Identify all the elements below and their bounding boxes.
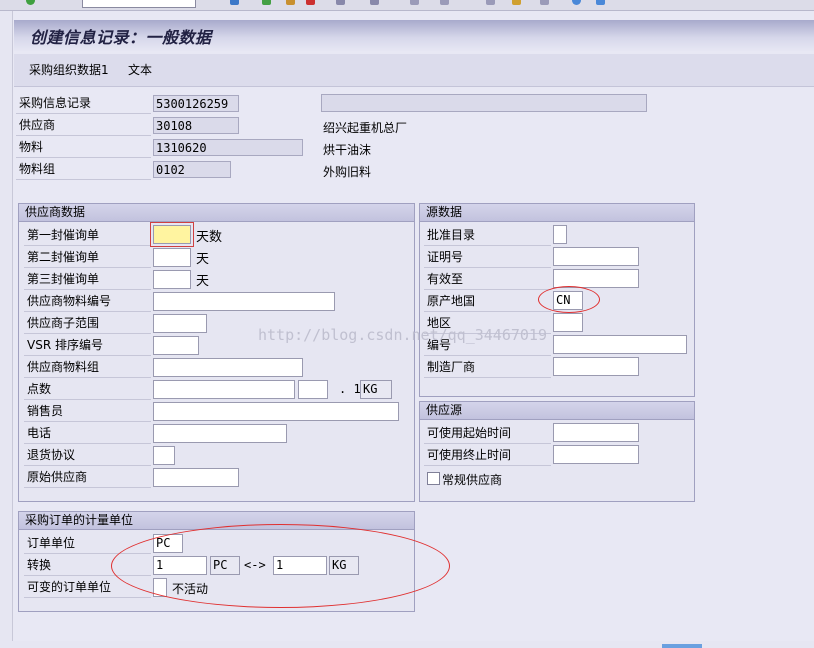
available-to-field[interactable] — [553, 445, 639, 464]
second-reminder-unit: 天 — [196, 252, 210, 267]
menu-texts[interactable]: 文本 — [128, 61, 152, 78]
certificate-number-field[interactable] — [553, 247, 639, 266]
regular-vendor-checkbox[interactable] — [427, 472, 440, 485]
annotation-ellipse-country — [538, 286, 600, 313]
original-vendor-field[interactable] — [153, 468, 239, 487]
certificate-number-label: 证明号 — [424, 248, 551, 268]
regular-vendor-label: 常规供应商 — [442, 473, 503, 487]
material-group-name: 外购旧料 — [323, 165, 372, 179]
vendor-data-heading: 供应商数据 — [19, 204, 414, 222]
points-separator: . 1 — [339, 382, 361, 396]
vsr-sort-number-field[interactable] — [153, 336, 199, 355]
telephone-field[interactable] — [153, 424, 287, 443]
salesperson-label: 销售员 — [24, 402, 151, 422]
new-session-icon[interactable] — [512, 0, 521, 5]
approved-list-field[interactable] — [553, 225, 567, 244]
vendor-subrange-label: 供应商子范围 — [24, 314, 151, 334]
approved-list-label: 批准目录 — [424, 226, 551, 246]
enter-icon[interactable] — [26, 0, 35, 5]
material-group-label: 物料组 — [16, 160, 151, 180]
next-page-icon[interactable] — [486, 0, 495, 5]
annotation-ellipse-conversion — [111, 524, 450, 608]
return-agreement-field[interactable] — [153, 446, 175, 465]
print-icon[interactable] — [336, 0, 345, 5]
first-page-icon[interactable] — [410, 0, 419, 5]
vendor-subrange-field[interactable] — [153, 314, 207, 333]
number-field[interactable] — [553, 335, 687, 354]
first-reminder-unit: 天数 — [196, 230, 223, 245]
back-icon[interactable] — [262, 0, 271, 5]
status-bar-fragment — [662, 644, 702, 648]
points-weight-unit: KG — [360, 380, 392, 399]
available-from-label: 可使用起始时间 — [424, 424, 551, 444]
vendor-material-group-field[interactable] — [153, 358, 303, 377]
second-reminder-field[interactable] — [153, 248, 191, 267]
find-icon[interactable] — [370, 0, 379, 5]
save-icon[interactable] — [230, 0, 239, 5]
vendor-name: 绍兴起重机总厂 — [323, 121, 408, 135]
info-record-label: 采购信息记录 — [16, 94, 151, 114]
vendor-material-number-field[interactable] — [153, 292, 335, 311]
toolbar — [0, 0, 814, 11]
material-group-field: 0102 — [153, 161, 231, 178]
first-reminder-label: 第一封催询单 — [24, 226, 151, 246]
available-from-field[interactable] — [553, 423, 639, 442]
watermark-text: http://blog.csdn.net/qq_34467019 — [258, 326, 547, 344]
third-reminder-label: 第三封催询单 — [24, 270, 151, 290]
command-field[interactable] — [82, 0, 196, 8]
third-reminder-field[interactable] — [153, 270, 191, 289]
original-vendor-label: 原始供应商 — [24, 468, 151, 488]
second-reminder-label: 第二封催询单 — [24, 248, 151, 268]
info-record-desc-field — [321, 94, 647, 112]
manufacturer-label: 制造厂商 — [424, 358, 551, 378]
points-unit-field[interactable] — [298, 380, 328, 399]
points-label: 点数 — [24, 380, 151, 400]
available-to-label: 可使用终止时间 — [424, 446, 551, 466]
info-record-field: 5300126259 — [153, 95, 239, 112]
material-name: 烘干油沫 — [323, 143, 372, 157]
help-icon[interactable] — [572, 0, 581, 5]
layout-icon[interactable] — [596, 0, 605, 5]
valid-to-label: 有效至 — [424, 270, 551, 290]
menu-purchorg-data1[interactable]: 采购组织数据1 — [29, 61, 109, 78]
vendor-label: 供应商 — [16, 116, 151, 136]
prev-page-icon[interactable] — [440, 0, 449, 5]
material-label: 物料 — [16, 138, 151, 158]
exit-icon[interactable] — [286, 0, 295, 5]
manufacturer-field[interactable] — [553, 357, 639, 376]
vendor-material-group-label: 供应商物料组 — [24, 358, 151, 378]
salesperson-field[interactable] — [153, 402, 399, 421]
material-field: 1310620 — [153, 139, 303, 156]
vsr-sort-number-label: VSR 排序编号 — [24, 336, 151, 356]
origin-data-heading: 源数据 — [420, 204, 694, 222]
focus-indicator — [150, 222, 194, 247]
cancel-icon[interactable] — [306, 0, 315, 5]
return-agreement-label: 退货协议 — [24, 446, 151, 466]
country-of-origin-label: 原产地国 — [424, 292, 551, 312]
telephone-label: 电话 — [24, 424, 151, 444]
vendor-material-number-label: 供应商物料编号 — [24, 292, 151, 312]
region-field[interactable] — [553, 313, 583, 332]
third-reminder-unit: 天 — [196, 274, 210, 289]
vendor-field: 30108 — [153, 117, 239, 134]
points-field[interactable] — [153, 380, 295, 399]
page-title: 创建信息记录：一般数据 — [30, 28, 212, 47]
shortcut-icon[interactable] — [540, 0, 549, 5]
supply-source-heading: 供应源 — [420, 402, 694, 420]
